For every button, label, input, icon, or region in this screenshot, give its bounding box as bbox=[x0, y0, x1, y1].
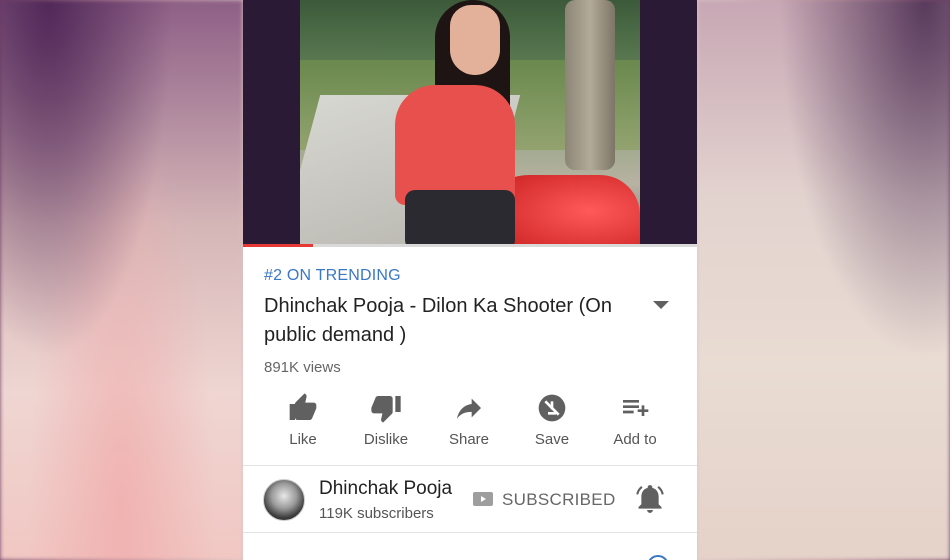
video-person-skirt bbox=[405, 190, 515, 246]
background-blur-left bbox=[0, 0, 243, 560]
add-to-label: Add to bbox=[613, 431, 657, 448]
view-count: 891K views bbox=[264, 359, 341, 376]
thumbs-down-icon bbox=[371, 396, 401, 423]
share-button[interactable]: Share bbox=[429, 390, 509, 460]
notification-bell-icon[interactable] bbox=[636, 484, 664, 514]
channel-name[interactable]: Dhinchak Pooja bbox=[319, 478, 452, 500]
video-progress-fill bbox=[243, 244, 314, 247]
divider bbox=[243, 532, 697, 533]
share-label: Share bbox=[448, 431, 490, 448]
video-bg-tree bbox=[565, 0, 615, 170]
video-title: Dhinchak Pooja - Dilon Ka Shooter (On pu… bbox=[264, 295, 612, 346]
background-blur-right bbox=[697, 0, 950, 560]
like-label: Like bbox=[289, 431, 317, 448]
save-label: Save bbox=[534, 431, 570, 448]
like-button[interactable]: Like bbox=[263, 390, 343, 460]
video-person-face bbox=[450, 5, 500, 75]
trending-badge[interactable]: #2 ON TRENDING bbox=[264, 267, 401, 285]
subscribed-button[interactable]: SUBSCRIBED bbox=[502, 490, 616, 510]
playlist-add-icon bbox=[623, 400, 649, 416]
thumbs-up-icon bbox=[289, 393, 317, 420]
dislike-label: Dislike bbox=[363, 431, 409, 448]
subscriber-count: 119K subscribers bbox=[319, 505, 434, 522]
video-frame bbox=[300, 0, 640, 246]
channel-avatar[interactable] bbox=[263, 479, 305, 521]
share-arrow-icon bbox=[457, 398, 481, 419]
action-bar: Like Dislike Share Save Add to bbox=[243, 390, 697, 460]
youtube-play-icon bbox=[473, 492, 493, 506]
partial-avatar-icon bbox=[647, 555, 669, 560]
video-person-shirt bbox=[395, 85, 515, 205]
video-progress-bar[interactable] bbox=[243, 244, 697, 247]
save-offline-icon bbox=[538, 394, 566, 422]
youtube-watch-screen: #2 ON TRENDING Dhinchak Pooja - Dilon Ka… bbox=[243, 0, 697, 560]
channel-row: Dhinchak Pooja 119K subscribers SUBSCRIB… bbox=[243, 466, 697, 532]
add-to-button[interactable]: Add to bbox=[595, 390, 675, 460]
dislike-button[interactable]: Dislike bbox=[346, 390, 426, 460]
save-button[interactable]: Save bbox=[512, 390, 592, 460]
video-player[interactable] bbox=[243, 0, 697, 247]
chevron-down-icon[interactable] bbox=[651, 298, 671, 312]
